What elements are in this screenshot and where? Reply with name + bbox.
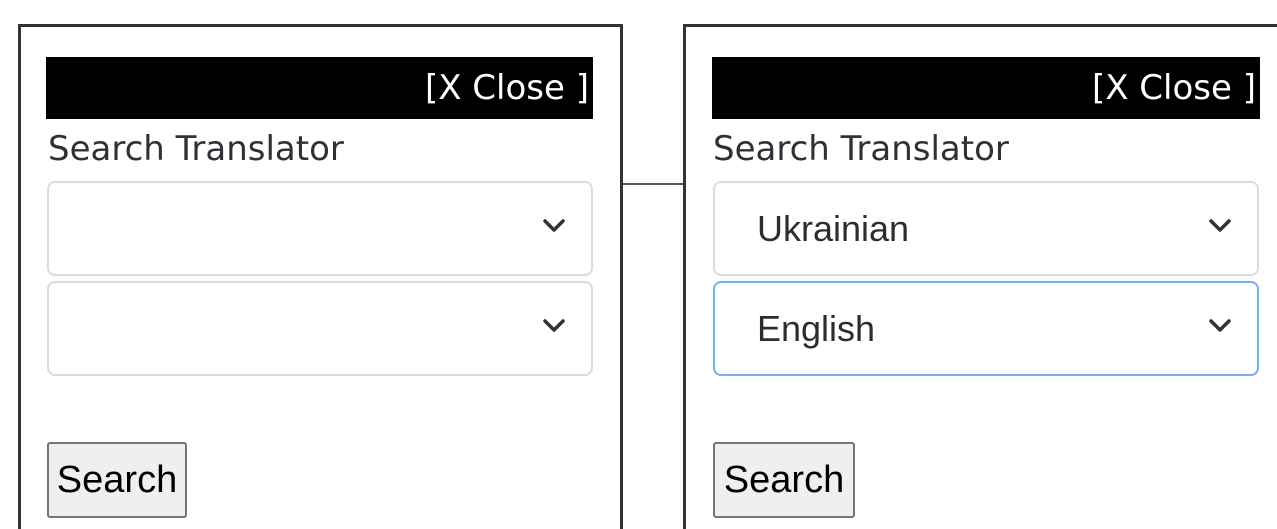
close-button[interactable]: [X Close ]	[425, 68, 589, 108]
chevron-down-icon	[543, 219, 565, 232]
close-bar: [X Close ]	[46, 57, 593, 119]
page: [X Close ] Search Translator Search [X C…	[0, 0, 1277, 529]
source-language-select[interactable]: Ukrainian	[713, 181, 1259, 276]
close-bar: [X Close ]	[712, 57, 1260, 119]
target-language-select[interactable]: English	[713, 281, 1259, 376]
panel-title: Search Translator	[48, 129, 344, 169]
search-button[interactable]: Search	[713, 442, 855, 518]
translator-panel-left: [X Close ] Search Translator Search	[18, 24, 623, 529]
chevron-down-icon	[1209, 219, 1231, 232]
translator-panel-right: [X Close ] Search Translator Ukrainian E…	[683, 24, 1277, 529]
source-language-value: Ukrainian	[757, 208, 910, 249]
search-button[interactable]: Search	[47, 442, 187, 518]
chevron-down-icon	[1209, 319, 1231, 332]
target-language-select[interactable]	[47, 281, 593, 376]
panel-title: Search Translator	[713, 129, 1009, 169]
source-language-select[interactable]	[47, 181, 593, 276]
target-language-value: English	[757, 308, 876, 349]
panel-divider	[623, 183, 683, 185]
close-button[interactable]: [X Close ]	[1092, 68, 1256, 108]
chevron-down-icon	[543, 319, 565, 332]
